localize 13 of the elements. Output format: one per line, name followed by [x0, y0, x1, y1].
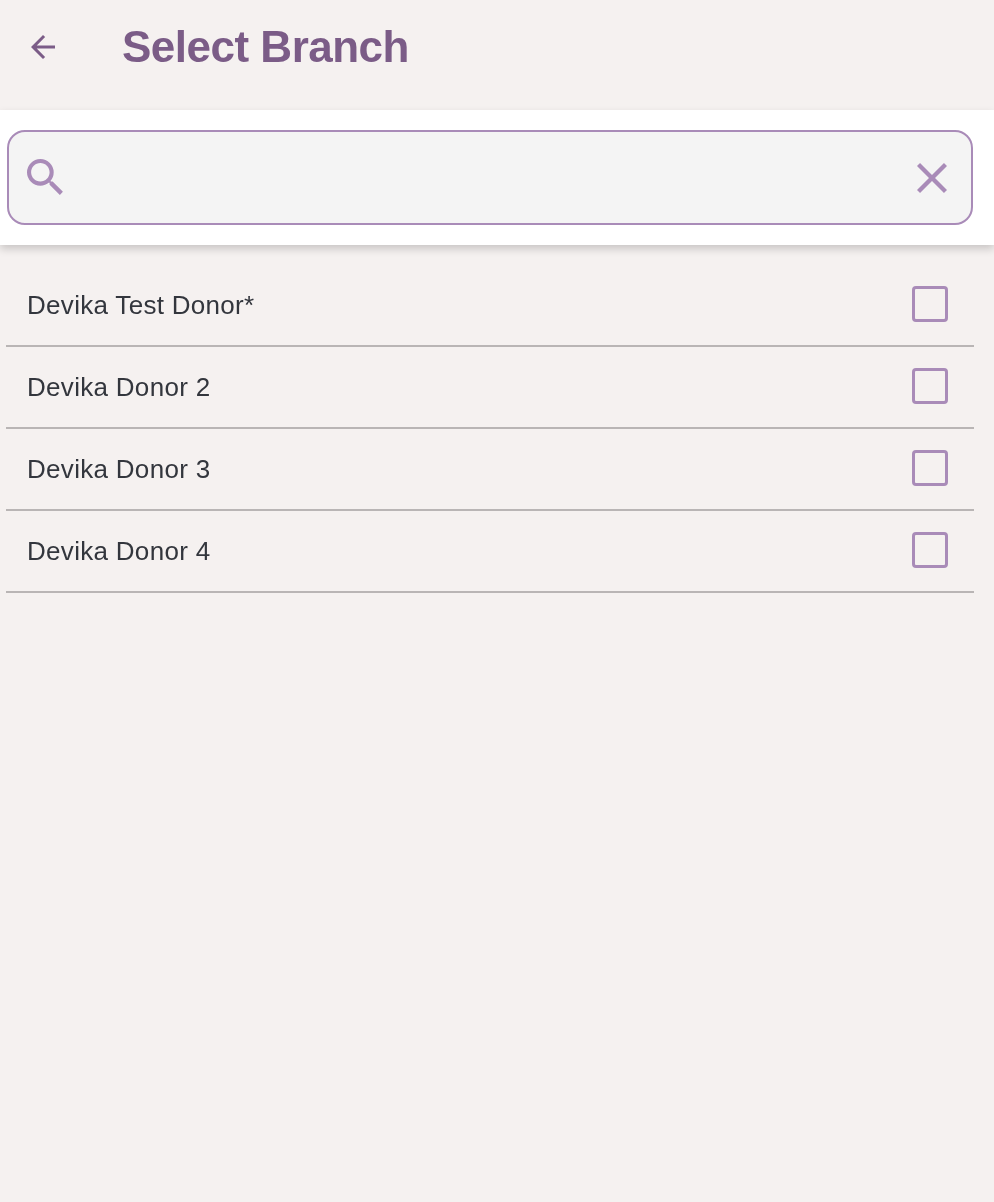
clear-button[interactable]	[915, 160, 949, 195]
branch-name: Devika Donor 2	[27, 371, 211, 403]
checkbox[interactable]	[912, 368, 948, 404]
checkbox[interactable]	[912, 286, 948, 322]
page-title: Select Branch	[122, 22, 409, 72]
branch-name: Devika Donor 3	[27, 453, 211, 485]
close-icon	[917, 162, 947, 193]
checkbox[interactable]	[912, 450, 948, 486]
branch-name: Devika Test Donor*	[27, 289, 255, 321]
search-field[interactable]	[7, 130, 973, 225]
search-icon	[27, 158, 65, 197]
checkbox[interactable]	[912, 532, 948, 568]
branch-name: Devika Donor 4	[27, 535, 211, 567]
